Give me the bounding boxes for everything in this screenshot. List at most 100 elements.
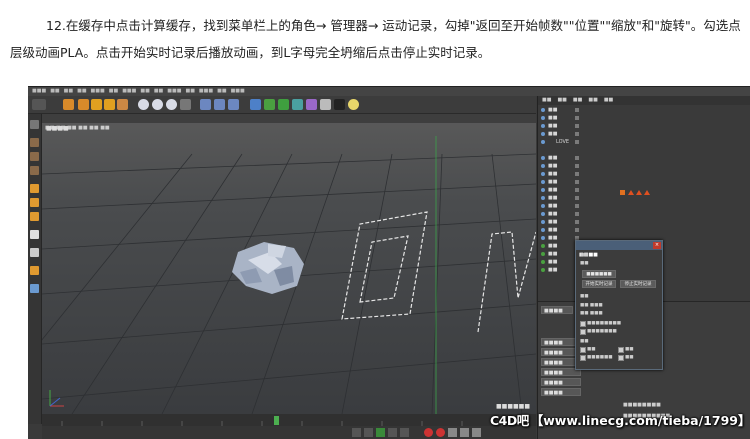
- mode-icon[interactable]: [30, 120, 39, 129]
- sculpt-icon[interactable]: [30, 284, 39, 293]
- close-icon[interactable]: ×: [653, 242, 661, 249]
- article-paragraph: 12.在缓存中点击计算缓存，找到菜单栏上的角色→ 管理器→ 运动记录，勾掉"返回…: [10, 12, 745, 66]
- points-mode-icon[interactable]: [30, 184, 39, 193]
- tag-icon[interactable]: [628, 190, 634, 195]
- watermark-text: 【www.linecg.com/tieba/1799】: [530, 413, 750, 428]
- viewport-scene: [42, 136, 536, 414]
- object-row[interactable]: ■■: [538, 170, 750, 178]
- render-settings-icon[interactable]: [228, 99, 239, 110]
- undo-icon[interactable]: [32, 99, 46, 110]
- record-icon[interactable]: [424, 428, 433, 437]
- checkbox[interactable]: [580, 355, 586, 361]
- array-icon[interactable]: [292, 99, 303, 110]
- object-row[interactable]: ■■: [538, 194, 750, 202]
- timeline-ruler[interactable]: [42, 414, 536, 426]
- tag-icon[interactable]: [644, 190, 650, 195]
- nurbs-icon[interactable]: [278, 99, 289, 110]
- next-frame-icon[interactable]: [388, 428, 397, 437]
- object-row-love[interactable]: LOVE: [538, 138, 750, 146]
- enable-snap-icon[interactable]: [30, 266, 39, 275]
- recent-tool-icon[interactable]: [117, 99, 128, 110]
- texture-mode-icon[interactable]: [30, 152, 39, 161]
- start-live-record-button[interactable]: 开始实时记录: [582, 280, 616, 288]
- motion-record-dialog: ■■ ■■ × ■■ ■■ ■■■■■■ 开始实时记录 停止实时记录 ■■ ■■ …: [575, 240, 663, 370]
- dialog-label: ■■: [580, 253, 589, 258]
- dialog-label: ■■ ■■■: [580, 303, 603, 308]
- environment-icon[interactable]: [320, 99, 331, 110]
- axis-mode-icon[interactable]: [30, 230, 39, 239]
- watermark-logo: C4D吧: [490, 413, 529, 428]
- render-view-icon[interactable]: [200, 99, 211, 110]
- key-scale-icon[interactable]: [460, 428, 469, 437]
- checkbox-label: ■■: [625, 355, 634, 360]
- go-to-end-icon[interactable]: [400, 428, 409, 437]
- attribute-button[interactable]: ■■■■: [541, 378, 581, 386]
- object-row[interactable]: ■■: [538, 178, 750, 186]
- deformer-icon[interactable]: [306, 99, 317, 110]
- checkbox-label: ■■■■■■■■: [587, 321, 622, 326]
- dialog-label: ■■: [580, 294, 589, 299]
- object-row[interactable]: ■■: [538, 106, 750, 114]
- go-to-start-icon[interactable]: [352, 428, 361, 437]
- perspective-viewport[interactable]: ■■ ■■ ■■ ■■ ■■ ■■ ■■■■ ■■■■■■: [42, 114, 536, 414]
- play-icon[interactable]: [376, 428, 385, 437]
- checkbox[interactable]: [580, 321, 586, 327]
- autokey-icon[interactable]: [436, 428, 445, 437]
- cube-icon[interactable]: [250, 99, 261, 110]
- attribute-label: ■■■■■■■■: [623, 402, 661, 408]
- z-axis-icon[interactable]: [166, 99, 177, 110]
- dialog-label: ■■: [580, 339, 589, 344]
- tag-icon[interactable]: [620, 190, 625, 195]
- checkbox[interactable]: [580, 347, 586, 353]
- checkbox[interactable]: [618, 347, 624, 353]
- main-toolbar: [28, 96, 536, 114]
- shattered-letter-debris[interactable]: [232, 242, 304, 294]
- y-axis-icon[interactable]: [152, 99, 163, 110]
- workplane-icon[interactable]: [30, 166, 39, 175]
- object-row[interactable]: ■■: [538, 154, 750, 162]
- spline-icon[interactable]: [264, 99, 275, 110]
- render-picture-icon[interactable]: [214, 99, 225, 110]
- object-manager-tabs: ■■ ■■ ■■ ■■ ■■: [538, 96, 750, 105]
- checkbox-label: ■■■■■■■: [587, 329, 617, 334]
- attribute-field[interactable]: ■■■■: [541, 306, 573, 314]
- previous-frame-icon[interactable]: [364, 428, 373, 437]
- checkbox-label: ■■: [625, 347, 634, 352]
- edges-mode-icon[interactable]: [30, 198, 39, 207]
- key-rotation-icon[interactable]: [472, 428, 481, 437]
- rotate-icon[interactable]: [104, 99, 115, 110]
- light-icon[interactable]: [348, 99, 359, 110]
- object-row[interactable]: ■■: [538, 226, 750, 234]
- checkbox[interactable]: [580, 329, 586, 335]
- model-mode-icon[interactable]: [30, 138, 39, 147]
- polygons-mode-icon[interactable]: [30, 212, 39, 221]
- tag-icon[interactable]: [636, 190, 642, 195]
- checkbox-label: ■■: [587, 347, 596, 352]
- stop-live-record-button[interactable]: 停止实时记录: [620, 280, 656, 288]
- object-row[interactable]: ■■: [538, 202, 750, 210]
- scale-icon[interactable]: [91, 99, 102, 110]
- object-row[interactable]: ■■: [538, 210, 750, 218]
- timeline-playhead[interactable]: [274, 416, 279, 425]
- attribute-button[interactable]: ■■■■: [541, 388, 581, 396]
- object-row[interactable]: ■■: [538, 218, 750, 226]
- article-line-1: 12.在缓存中点击计算缓存，找到菜单栏上的角色→ 管理器→ 运动记录，勾掉"返回…: [46, 18, 741, 33]
- object-row[interactable]: ■■: [538, 130, 750, 138]
- checkbox-label: ■■■■■■: [587, 355, 613, 360]
- checkbox[interactable]: [618, 355, 624, 361]
- snap-icon[interactable]: [30, 248, 39, 257]
- object-row[interactable]: ■■: [538, 114, 750, 122]
- grid-scale-readout: ■■■■■■: [495, 403, 530, 410]
- object-row[interactable]: ■■: [538, 162, 750, 170]
- coordinate-icon[interactable]: [180, 99, 191, 110]
- calculate-button[interactable]: ■■■■■■: [582, 270, 616, 278]
- left-tool-palette: [28, 114, 42, 424]
- x-axis-icon[interactable]: [138, 99, 149, 110]
- menu-bar: ■■■ ■■ ■■ ■■ ■■■ ■■ ■■■ ■■ ■■ ■■■ ■■ ■■■ ■■ ■■■: [28, 87, 750, 96]
- object-row[interactable]: ■■: [538, 122, 750, 130]
- key-position-icon[interactable]: [448, 428, 457, 437]
- move-icon[interactable]: [78, 99, 89, 110]
- camera-icon[interactable]: [334, 99, 345, 110]
- select-icon[interactable]: [63, 99, 74, 110]
- dialog-label: ■■ ■■■: [580, 311, 603, 316]
